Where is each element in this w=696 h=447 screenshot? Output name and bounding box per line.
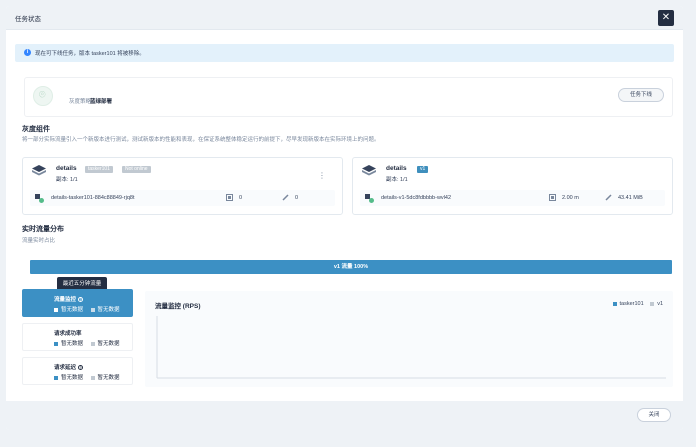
component-card-tasker101: details tasker101 Not online 副本: 1/1 ⋮ d… xyxy=(22,157,343,215)
modal-header: 任务状态 ✕ xyxy=(6,6,683,30)
offline-alert: i 现在可下线任务，版本 tasker101 将被移除。 xyxy=(15,44,674,62)
strategy-card: 灰度策略 蓝绿部署 任务下线 xyxy=(24,77,673,117)
legend-v1: v1 xyxy=(657,301,663,307)
components-title: 灰度组件 xyxy=(22,126,50,133)
close-button[interactable]: ✕ xyxy=(658,10,674,26)
tab-title: 流量监控? xyxy=(54,297,84,303)
pod-icon xyxy=(365,194,374,203)
version-tag: v1 xyxy=(417,166,429,173)
tab-title: 请求成功率 xyxy=(54,331,82,337)
strategy-value: 蓝绿部署 xyxy=(90,99,113,105)
tab-title: 请求延迟? xyxy=(54,365,84,371)
status-tag: Not online xyxy=(122,166,151,173)
memory-icon xyxy=(282,194,289,201)
traffic-bar-v1: v1 流量 100% xyxy=(30,260,672,274)
cpu-value: 2.00 m xyxy=(562,195,579,201)
tab-legend: 暂无数据 暂无数据 xyxy=(54,373,120,381)
info-icon: i xyxy=(24,49,31,56)
components-desc: 将一部分实际流量引入一个新版本进行测试，测试新版本的性能和表现，在保证系统整体稳… xyxy=(22,137,380,143)
pod-name: details-tasker101-884c88849-rjq8t xyxy=(51,195,135,201)
replicas-text: 副本: 1/1 xyxy=(386,177,408,183)
info-icon: ? xyxy=(78,365,84,371)
pod-row: details-tasker101-884c88849-rjq8t 0 0 xyxy=(30,190,335,206)
legend-swatch-tasker101 xyxy=(612,301,617,306)
modal-footer: 关闭 xyxy=(6,401,683,430)
alert-text: 现在可下线任务，版本 tasker101 将被移除。 xyxy=(35,51,145,57)
chart-title: 流量监控 (RPS) xyxy=(155,303,201,310)
chart-panel: 流量监控 (RPS) tasker101 v1 xyxy=(145,291,673,387)
memory-value: 43.41 MiB xyxy=(618,195,643,201)
pod-icon xyxy=(35,194,44,203)
tab-legend: 暂无数据 暂无数据 xyxy=(54,339,120,347)
component-icon xyxy=(32,165,46,176)
close-icon: ✕ xyxy=(661,12,671,23)
cpu-icon xyxy=(549,194,556,201)
modal-title: 任务状态 xyxy=(15,16,41,23)
memory-icon xyxy=(605,194,612,201)
traffic-title: 实时流量分布 xyxy=(22,226,64,233)
replicas-text: 副本: 1/1 xyxy=(56,177,78,183)
version-tag: tasker101 xyxy=(85,166,113,173)
tab-success-rate[interactable]: 请求成功率 暂无数据 暂无数据 xyxy=(22,323,133,351)
tab-latency[interactable]: 请求延迟? 暂无数据 暂无数据 xyxy=(22,357,133,385)
chart-legend: tasker101 v1 xyxy=(612,301,663,307)
cpu-value: 0 xyxy=(239,195,243,201)
legend-swatch-v1 xyxy=(650,301,655,306)
pod-row: details-v1-5dc8fdbbbb-wvl42 2.00 m 43.41… xyxy=(360,190,665,206)
strategy-icon xyxy=(33,86,53,106)
tab-legend: 暂无数据 暂无数据 xyxy=(54,305,120,313)
strategy-label: 灰度策略 xyxy=(69,99,92,105)
component-icon xyxy=(362,165,376,176)
task-offline-button[interactable]: 任务下线 xyxy=(618,88,664,102)
more-icon[interactable]: ⋮ xyxy=(318,171,326,180)
info-icon: ? xyxy=(78,297,84,303)
memory-value: 0 xyxy=(295,195,299,201)
component-card-v1: details v1 副本: 1/1 details-v1-5dc8fdbbbb… xyxy=(352,157,673,215)
close-footer-button[interactable]: 关闭 xyxy=(637,408,671,422)
task-status-modal: 任务状态 ✕ i 现在可下线任务，版本 tasker101 将被移除。 灰度策略… xyxy=(6,6,683,430)
legend-tasker101: tasker101 xyxy=(619,301,644,307)
cpu-icon xyxy=(226,194,233,201)
tab-traffic-monitor[interactable]: 流量监控? 暂无数据 暂无数据 xyxy=(22,289,133,317)
traffic-desc: 流量实时占比 xyxy=(22,238,56,244)
component-name: details xyxy=(56,165,77,172)
component-name: details xyxy=(386,165,407,172)
pod-name: details-v1-5dc8fdbbbb-wvl42 xyxy=(381,195,452,201)
chart-plot xyxy=(156,316,666,379)
